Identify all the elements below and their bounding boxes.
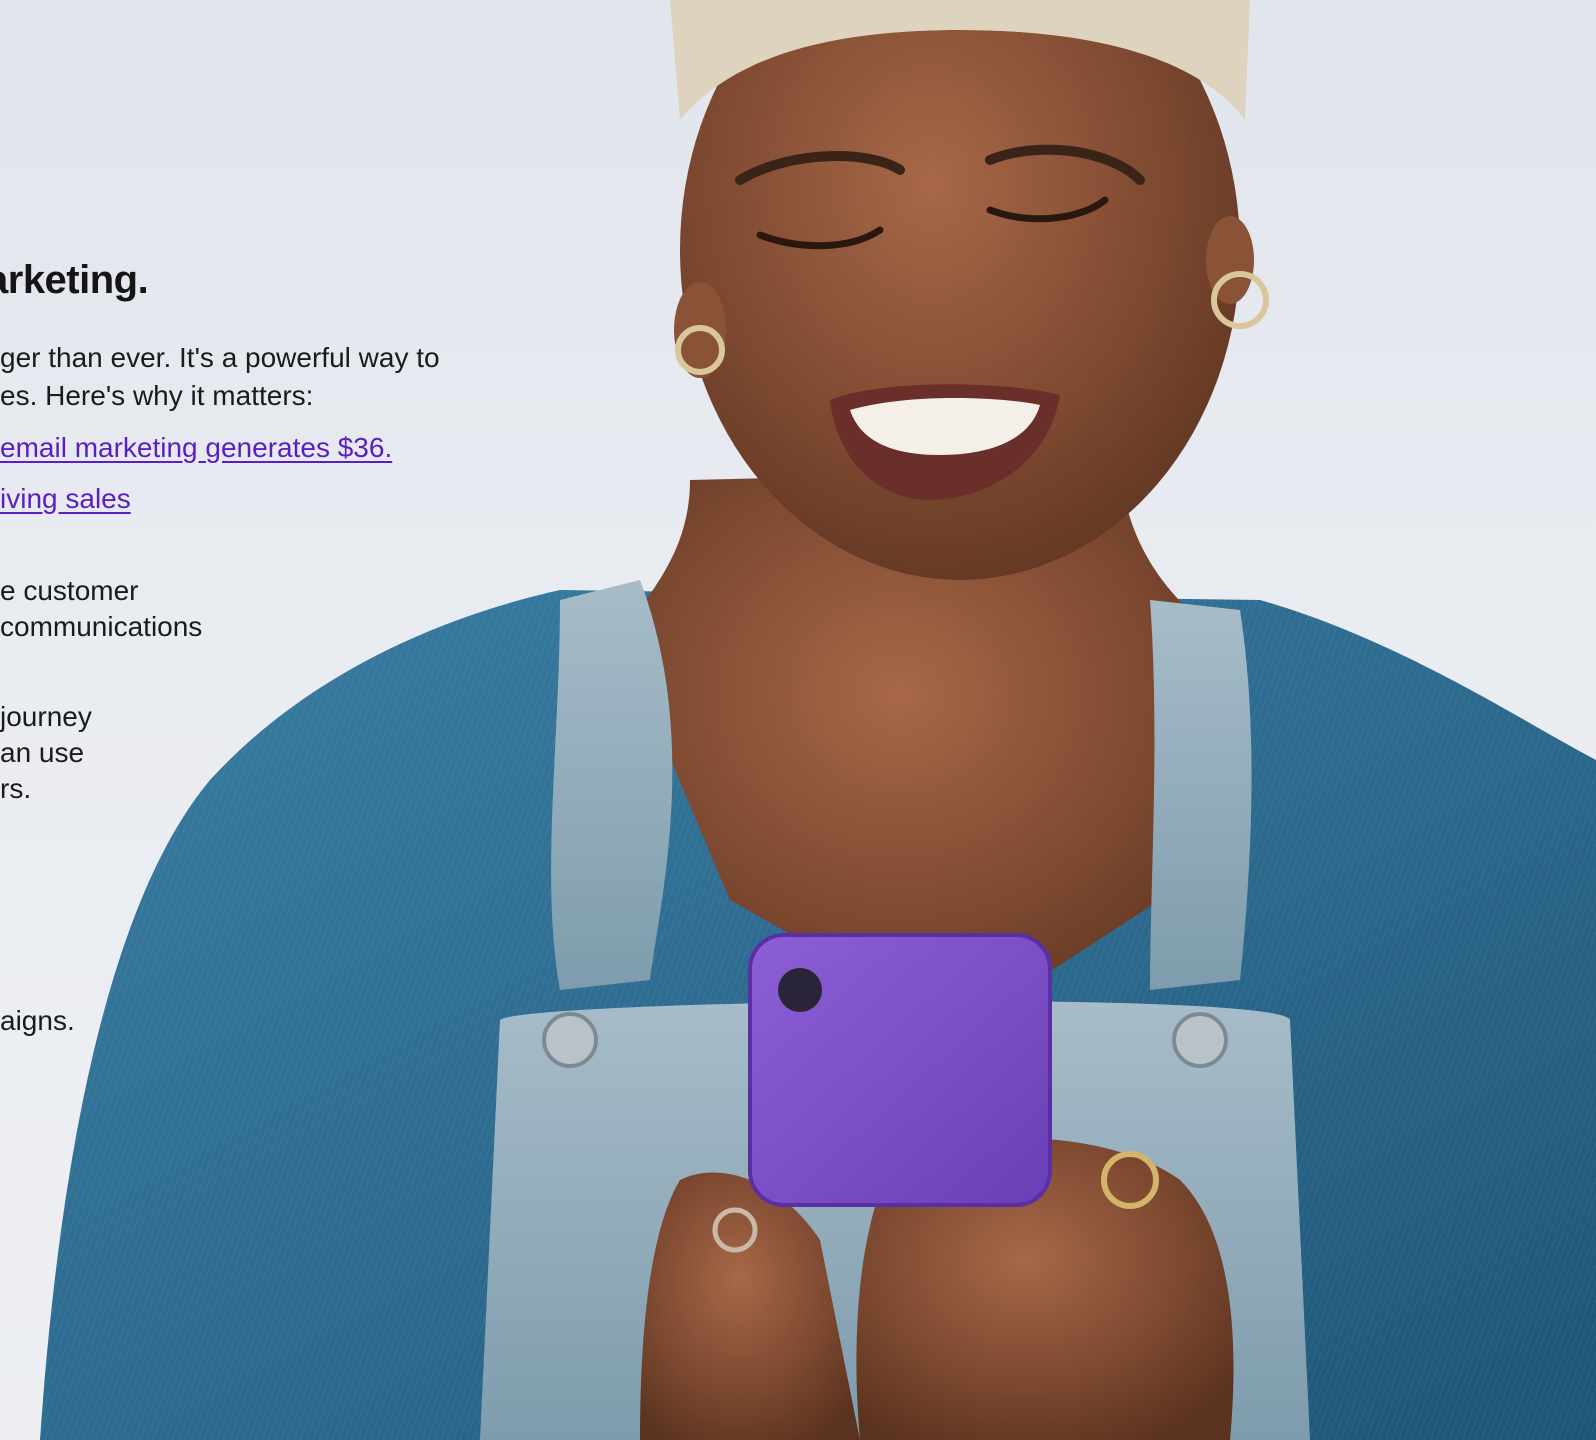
paragraph-3-line-1: aigns. (0, 1005, 75, 1036)
paragraph-2-line-3: rs. (0, 773, 32, 804)
paragraph-2-line-1: journey (0, 701, 92, 732)
intro-line-2: es. Here's why it matters: (0, 380, 314, 411)
paragraph-1-line-1: e customer (0, 575, 139, 606)
roi-stat-link[interactable]: email marketing generates $36. (0, 430, 392, 466)
article-copy: arketing. ger than ever. It's a powerful… (0, 0, 560, 1100)
paragraph-1-line-2: communications (0, 611, 203, 642)
intro-line-1: ger than ever. It's a powerful way to (0, 342, 440, 373)
hero-section: arketing. ger than ever. It's a powerful… (0, 0, 1596, 1440)
driving-sales-link[interactable]: iving sales (0, 481, 131, 517)
paragraph-2-line-2: an use (0, 737, 85, 768)
section-heading: arketing. (0, 258, 149, 302)
